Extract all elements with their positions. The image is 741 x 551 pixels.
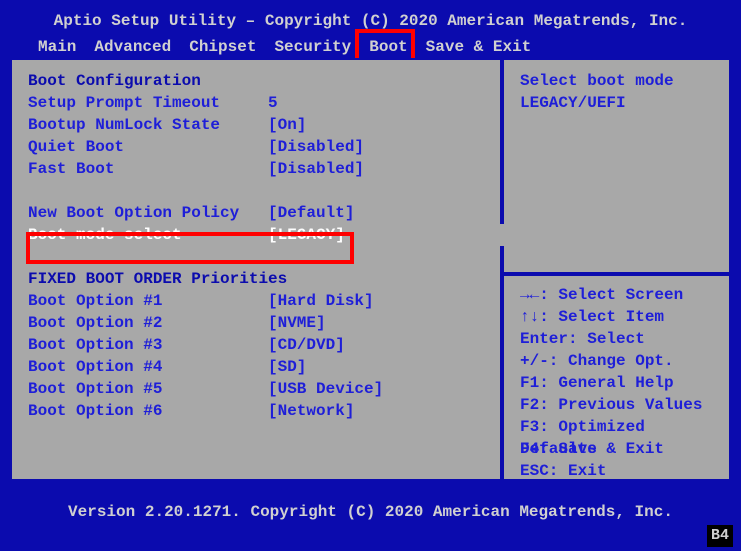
help-pane: Select boot mode LEGACY/UEFI →←: Select … (506, 60, 729, 479)
menu-main[interactable]: Main (38, 36, 76, 58)
help-key-0: →←: Select Screen (520, 284, 719, 306)
opt-quiet-boot[interactable]: Quiet Boot [Disabled] (28, 136, 508, 158)
label: Fast Boot (28, 158, 268, 180)
label: Boot Option #1 (28, 290, 268, 312)
settings-pane: Boot Configuration Setup Prompt Timeout … (12, 60, 518, 479)
menubar: Main Advanced Chipset Security Boot Save… (0, 36, 741, 58)
help-key-2: Enter: Select (520, 328, 719, 350)
boot-option-5[interactable]: Boot Option #5 [USB Device] (28, 378, 508, 400)
blank (28, 246, 508, 268)
footer: Version 2.20.1271. Copyright (C) 2020 Am… (0, 491, 741, 551)
label: New Boot Option Policy (28, 202, 268, 224)
label: Boot Option #5 (28, 378, 268, 400)
value: 5 (268, 92, 278, 114)
value: [SD] (268, 356, 306, 378)
menu-chipset[interactable]: Chipset (189, 36, 256, 58)
help-key-1: ↑↓: Select Item (520, 306, 719, 328)
value: [CD/DVD] (268, 334, 345, 356)
help-key-5: F2: Previous Values (520, 394, 719, 416)
label: Boot Option #6 (28, 400, 268, 422)
label: Boot Option #3 (28, 334, 268, 356)
content-frame: Boot Configuration Setup Prompt Timeout … (10, 58, 731, 481)
opt-prompt-timeout[interactable]: Setup Prompt Timeout 5 (28, 92, 508, 114)
menu-save-exit[interactable]: Save & Exit (426, 36, 532, 58)
bios-screen: Aptio Setup Utility – Copyright (C) 2020… (0, 0, 741, 551)
menu-security[interactable]: Security (274, 36, 351, 58)
value: [USB Device] (268, 378, 383, 400)
help-desc-1: Select boot mode (520, 70, 719, 92)
opt-fast-boot[interactable]: Fast Boot [Disabled] (28, 158, 508, 180)
boot-option-4[interactable]: Boot Option #4 [SD] (28, 356, 508, 378)
help-key-8: ESC: Exit (520, 460, 719, 482)
boot-option-6[interactable]: Boot Option #6 [Network] (28, 400, 508, 422)
value: [LEGACY] (268, 224, 345, 246)
value: [Hard Disk] (268, 290, 374, 312)
value: [On] (268, 114, 306, 136)
value: [Default] (268, 202, 354, 224)
help-key-3: +/-: Change Opt. (520, 350, 719, 372)
blank (28, 180, 508, 202)
help-key-6: F3: Optimized Defaults (520, 416, 719, 438)
opt-boot-mode-select[interactable]: Boot mode select [LEGACY] (28, 224, 508, 246)
boot-option-2[interactable]: Boot Option #2 [NVME] (28, 312, 508, 334)
label: Bootup NumLock State (28, 114, 268, 136)
menu-advanced[interactable]: Advanced (94, 36, 171, 58)
help-desc-2: LEGACY/UEFI (520, 92, 719, 114)
window-title: Aptio Setup Utility – Copyright (C) 2020… (0, 0, 741, 32)
value: [Disabled] (268, 136, 364, 158)
label: Boot Option #2 (28, 312, 268, 334)
label: Boot Option #4 (28, 356, 268, 378)
opt-numlock[interactable]: Bootup NumLock State [On] (28, 114, 508, 136)
section-fixed-boot-order: FIXED BOOT ORDER Priorities (28, 268, 508, 290)
value: [Network] (268, 400, 354, 422)
label: Setup Prompt Timeout (28, 92, 268, 114)
boot-option-1[interactable]: Boot Option #1 [Hard Disk] (28, 290, 508, 312)
help-key-7: F4: Save & Exit (520, 438, 719, 460)
opt-new-boot-policy[interactable]: New Boot Option Policy [Default] (28, 202, 508, 224)
label: Boot mode select (28, 224, 268, 246)
menu-boot[interactable]: Boot (369, 36, 407, 58)
help-key-4: F1: General Help (520, 372, 719, 394)
corner-code: B4 (707, 525, 733, 547)
value: [NVME] (268, 312, 326, 334)
value: [Disabled] (268, 158, 364, 180)
boot-option-3[interactable]: Boot Option #3 [CD/DVD] (28, 334, 508, 356)
version-bar: Version 2.20.1271. Copyright (C) 2020 Am… (10, 501, 731, 525)
section-boot-config: Boot Configuration (28, 70, 508, 92)
label: Quiet Boot (28, 136, 268, 158)
